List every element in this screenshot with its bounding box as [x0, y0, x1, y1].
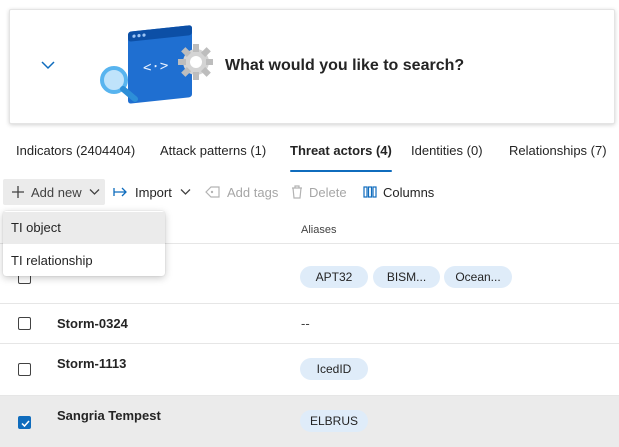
alias-pill: IcedID	[300, 358, 368, 380]
alias-pill: APT32	[300, 266, 368, 288]
toolbar: Add new Import Add tags Delete Columns	[0, 179, 619, 206]
search-card: <·> What would you like to search?	[9, 9, 615, 124]
add-tags-label: Add tags	[227, 184, 279, 200]
search-prompt: What would you like to search?	[225, 57, 465, 74]
chevron-down-icon[interactable]	[40, 58, 56, 76]
row-checkbox-checked[interactable]	[18, 416, 31, 429]
import-label: Import	[135, 184, 172, 200]
add-new-menu: TI object TI relationship	[3, 211, 165, 276]
menu-item-ti-relationship[interactable]: TI relationship	[3, 245, 165, 277]
tag-icon	[205, 186, 221, 198]
table-row-selected[interactable]: Sangria Tempest ELBRUS	[0, 396, 619, 447]
columns-icon	[363, 186, 377, 198]
add-new-button[interactable]: Add new	[3, 179, 105, 205]
row-name: Sangria Tempest	[57, 408, 161, 423]
svg-text:<·>: <·>	[143, 58, 168, 77]
alias-pill: BISM...	[373, 266, 440, 288]
column-header-aliases[interactable]: Aliases	[301, 224, 336, 236]
row-checkbox[interactable]	[18, 363, 31, 376]
columns-label: Columns	[383, 184, 435, 200]
tab-bar: Indicators (2404404) Attack patterns (1)…	[0, 143, 619, 175]
trash-icon	[291, 185, 303, 199]
search-illustration-icon: <·>	[88, 18, 214, 121]
alias-pill: ELBRUS	[300, 410, 368, 432]
add-tags-button[interactable]: Add tags	[205, 180, 278, 204]
import-arrow-icon	[113, 186, 129, 198]
import-button[interactable]: Import	[113, 180, 191, 204]
tab-identities[interactable]: Identities (0)	[411, 143, 483, 175]
columns-button[interactable]: Columns	[363, 180, 434, 204]
table-row[interactable]: Storm-0324 --	[0, 304, 619, 344]
chevron-down-icon	[89, 188, 100, 196]
delete-button[interactable]: Delete	[291, 180, 347, 204]
table-row[interactable]: Storm-1113 IcedID	[0, 344, 619, 396]
alias-empty: --	[301, 316, 310, 331]
add-new-label: Add new	[31, 184, 82, 200]
menu-item-ti-object[interactable]: TI object	[3, 212, 165, 244]
plus-icon	[11, 185, 25, 199]
chevron-down-icon	[180, 188, 191, 196]
alias-pill: Ocean...	[444, 266, 512, 288]
delete-label: Delete	[309, 184, 347, 200]
row-name: Storm-0324	[57, 316, 128, 331]
row-checkbox[interactable]	[18, 317, 31, 330]
tab-relationships[interactable]: Relationships (7)	[509, 143, 607, 175]
tab-attack-patterns[interactable]: Attack patterns (1)	[160, 143, 266, 175]
tab-indicators[interactable]: Indicators (2404404)	[16, 143, 135, 175]
row-name: Storm-1113	[57, 356, 127, 371]
tab-threat-actors[interactable]: Threat actors (4)	[290, 143, 392, 175]
